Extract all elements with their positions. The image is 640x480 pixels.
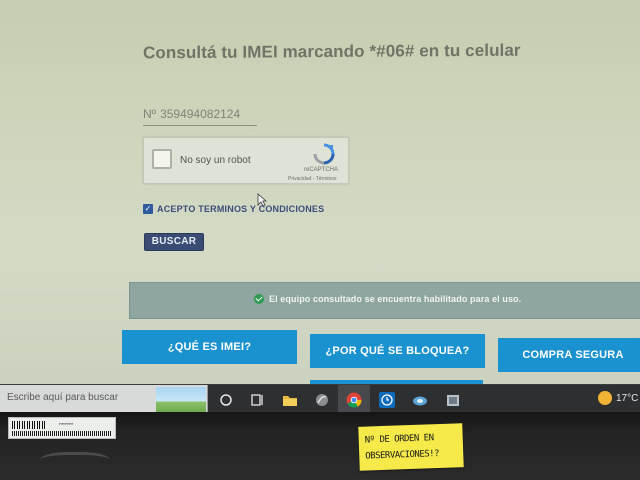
monitor-screen: Consultá tu IMEI marcando *#06# en tu ce… <box>0 0 640 412</box>
recaptcha-logo-icon <box>313 143 335 165</box>
desk-cable <box>40 452 110 472</box>
sticky-note: Nº DE ORDEN EN OBSERVACIONES!? <box>358 423 464 471</box>
store-app-icon[interactable] <box>444 391 462 409</box>
search-highlight-image <box>156 387 206 412</box>
multitasking-icon[interactable] <box>248 391 266 409</box>
app-icon[interactable] <box>313 391 331 409</box>
imei-prefix: Nº <box>143 107 157 121</box>
taskbar: Escribe aquí para buscar 17°C <box>0 384 640 412</box>
barcode-icon <box>12 421 46 429</box>
sticky-note-line-1: Nº DE ORDEN EN <box>364 433 434 446</box>
recaptcha-widget: No soy un robot reCAPTCHA Privacidad - T… <box>143 137 349 184</box>
weather-sun-icon <box>598 391 612 405</box>
taskbar-search-placeholder: Escribe aquí para buscar <box>7 392 119 403</box>
what-is-imei-button[interactable]: ¿QUÉ ES IMEI? <box>122 330 297 364</box>
task-view-icon[interactable] <box>217 391 235 409</box>
monitor-sticker-text: ▪▪▪▪▪▪▪▪▪▪ <box>59 421 74 426</box>
clock-app-icon[interactable] <box>378 391 396 409</box>
secure-purchase-button[interactable]: COMPRA SEGURA <box>498 338 640 372</box>
page-title: Consultá tu IMEI marcando *#06# en tu ce… <box>143 40 521 63</box>
sticky-note-line-2: OBSERVACIONES!? <box>365 449 440 462</box>
monitor-sticker: ▪▪▪▪▪▪▪▪▪▪ <box>8 417 116 439</box>
imei-input[interactable]: Nº 359494082124 <box>143 104 257 126</box>
weather-temperature: 17°C <box>616 392 639 404</box>
recaptcha-checkbox[interactable] <box>152 149 172 169</box>
cloud-app-icon[interactable] <box>411 391 429 409</box>
file-explorer-icon[interactable] <box>281 391 299 409</box>
result-message: El equipo consultado se encuentra habili… <box>269 294 522 304</box>
recaptcha-links[interactable]: Privacidad - Términos <box>288 176 337 182</box>
why-blocked-button[interactable]: ¿POR QUÉ SE BLOQUEA? <box>310 334 485 368</box>
terms-checkbox[interactable]: ✓ <box>143 204 153 214</box>
terms-checkbox-row[interactable]: ✓ ACEPTO TERMINOS Y CONDICIONES <box>143 204 324 214</box>
recaptcha-label: No soy un robot <box>180 155 251 166</box>
barcode-strip <box>12 431 112 436</box>
taskbar-search-box[interactable]: Escribe aquí para buscar <box>0 385 208 412</box>
recaptcha-brand: reCAPTCHA <box>304 167 339 173</box>
result-alert: El equipo consultado se encuentra habili… <box>129 282 640 319</box>
terms-label: ACEPTO TERMINOS Y CONDICIONES <box>157 204 325 214</box>
imei-value: 359494082124 <box>160 107 241 121</box>
search-button[interactable]: BUSCAR <box>144 233 204 251</box>
system-tray[interactable]: 17°C <box>598 391 638 405</box>
chrome-icon[interactable] <box>345 391 363 409</box>
check-circle-icon <box>254 294 264 304</box>
